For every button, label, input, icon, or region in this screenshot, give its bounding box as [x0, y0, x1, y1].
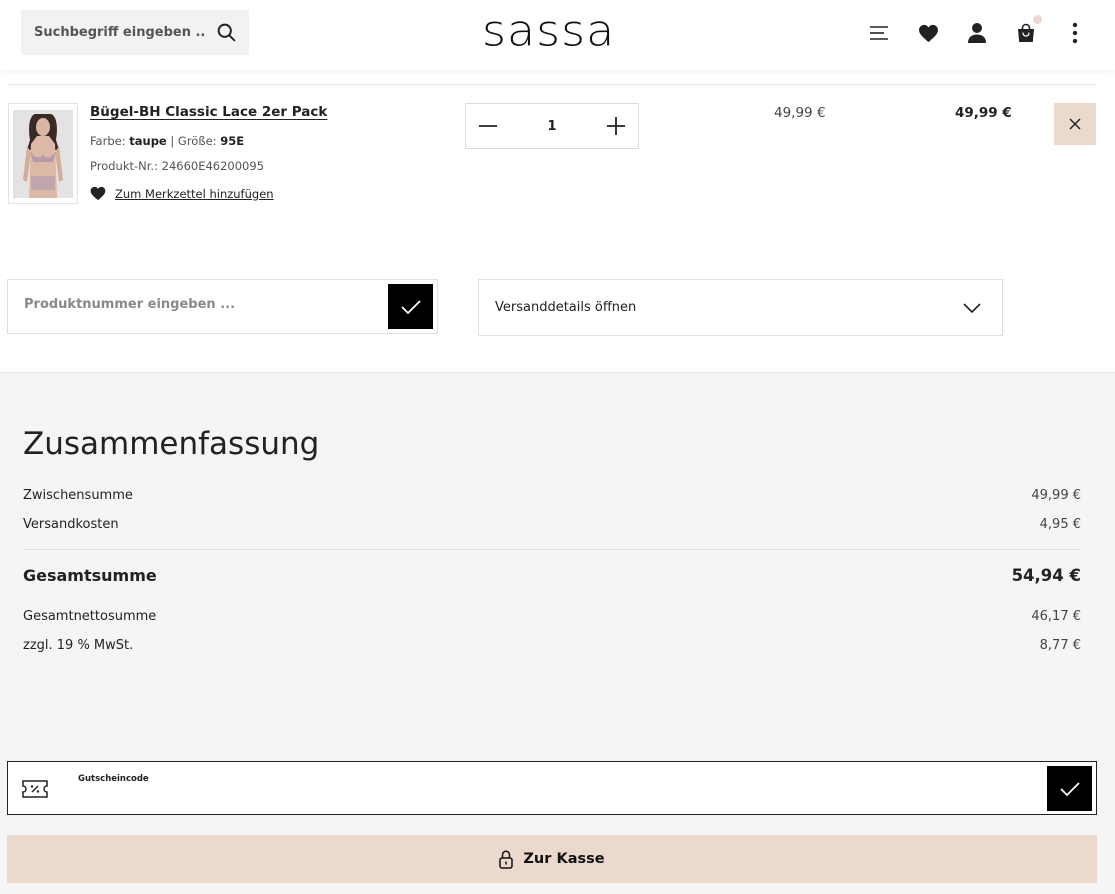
shipping-cost-label: Versandkosten: [23, 517, 119, 532]
grand-total-value: 54,94 €: [1011, 566, 1081, 585]
minus-icon: [479, 125, 497, 127]
shipping-details-toggle[interactable]: Versanddetails öffnen: [478, 279, 1003, 336]
summary-title: Zusammenfassung: [23, 426, 320, 462]
net-total-label: Gesamtnettosumme: [23, 609, 157, 624]
product-name-link[interactable]: Bügel-BH Classic Lace 2er Pack: [90, 104, 327, 120]
subtotal-label: Zwischensumme: [23, 488, 133, 503]
product-number-input[interactable]: [24, 297, 364, 312]
checkout-label: Zur Kasse: [523, 851, 605, 867]
site-logo[interactable]: sassa: [482, 6, 615, 56]
checkout-button[interactable]: Zur Kasse: [7, 835, 1097, 883]
product-number: Produkt-Nr.: 24660E46200095: [90, 159, 264, 173]
cart-badge: [1033, 15, 1042, 24]
search-icon[interactable]: [216, 22, 237, 43]
unit-price: 49,99 €: [774, 105, 826, 121]
check-icon: [1059, 781, 1080, 796]
size-value: 95E: [220, 134, 245, 148]
quantity-stepper: 1: [465, 103, 639, 149]
color-label: Farbe:: [90, 134, 126, 148]
site-header: sassa: [0, 0, 1115, 70]
color-value: taupe: [129, 134, 167, 148]
size-label: Größe:: [177, 134, 217, 148]
lock-icon: [499, 849, 514, 869]
grand-total-label: Gesamtsumme: [23, 566, 157, 585]
vat-row: zzgl. 19 % MwSt. 8,77 €: [23, 638, 1081, 653]
remove-item-button[interactable]: [1054, 103, 1096, 145]
wishlist-label[interactable]: Zum Merkzettel hinzufügen: [115, 187, 274, 201]
chevron-down-icon: [963, 302, 981, 313]
grand-total-row: Gesamtsumme 54,94 €: [23, 566, 1081, 585]
cart-icon[interactable]: [1014, 15, 1042, 45]
subtotal-value: 49,99 €: [1031, 488, 1081, 503]
order-summary: Zusammenfassung Zwischensumme 49,99 € Ve…: [0, 372, 1115, 894]
product-variant: Farbe: taupe | Größe: 95E: [90, 134, 244, 148]
search-input[interactable]: [21, 25, 206, 40]
net-total-row: Gesamtnettosumme 46,17 €: [23, 609, 1081, 624]
summary-divider: [23, 549, 1081, 550]
product-image[interactable]: [8, 103, 78, 204]
shipping-details-label: Versanddetails öffnen: [495, 300, 637, 315]
voucher-form: Gutscheincode: [7, 761, 1097, 815]
product-photo-icon: [13, 109, 73, 198]
voucher-icon: [22, 780, 48, 798]
search-box[interactable]: [21, 10, 249, 55]
subtotal-row: Zwischensumme 49,99 €: [23, 488, 1081, 503]
menu-icon[interactable]: [867, 21, 891, 45]
add-to-wishlist-link[interactable]: Zum Merkzettel hinzufügen: [90, 186, 274, 201]
check-icon: [400, 299, 421, 314]
cart-header-divider: [7, 84, 1097, 85]
decrease-quantity-button[interactable]: [476, 114, 500, 138]
heart-icon[interactable]: [916, 21, 940, 45]
quantity-value[interactable]: 1: [547, 119, 556, 134]
increase-quantity-button[interactable]: [604, 114, 628, 138]
add-product-form: [7, 279, 438, 334]
add-product-submit-button[interactable]: [388, 284, 433, 329]
voucher-input[interactable]: [78, 788, 978, 803]
vat-value: 8,77 €: [1039, 638, 1081, 653]
voucher-submit-button[interactable]: [1047, 766, 1092, 811]
product-number-label: Produkt-Nr.:: [90, 159, 158, 173]
more-icon[interactable]: [1063, 21, 1087, 45]
variant-separator: |: [170, 134, 175, 148]
product-number-value: 24660E46200095: [161, 159, 265, 173]
user-icon[interactable]: [965, 21, 989, 45]
line-total-price: 49,99 €: [955, 105, 1012, 121]
voucher-label: Gutscheincode: [78, 774, 149, 784]
shipping-cost-value: 4,95 €: [1039, 517, 1081, 532]
net-total-value: 46,17 €: [1031, 609, 1081, 624]
vat-label: zzgl. 19 % MwSt.: [23, 638, 134, 653]
plus-icon: [606, 117, 625, 135]
heart-icon: [90, 186, 106, 201]
close-icon: [1069, 118, 1081, 130]
shipping-cost-row: Versandkosten 4,95 €: [23, 517, 1081, 532]
